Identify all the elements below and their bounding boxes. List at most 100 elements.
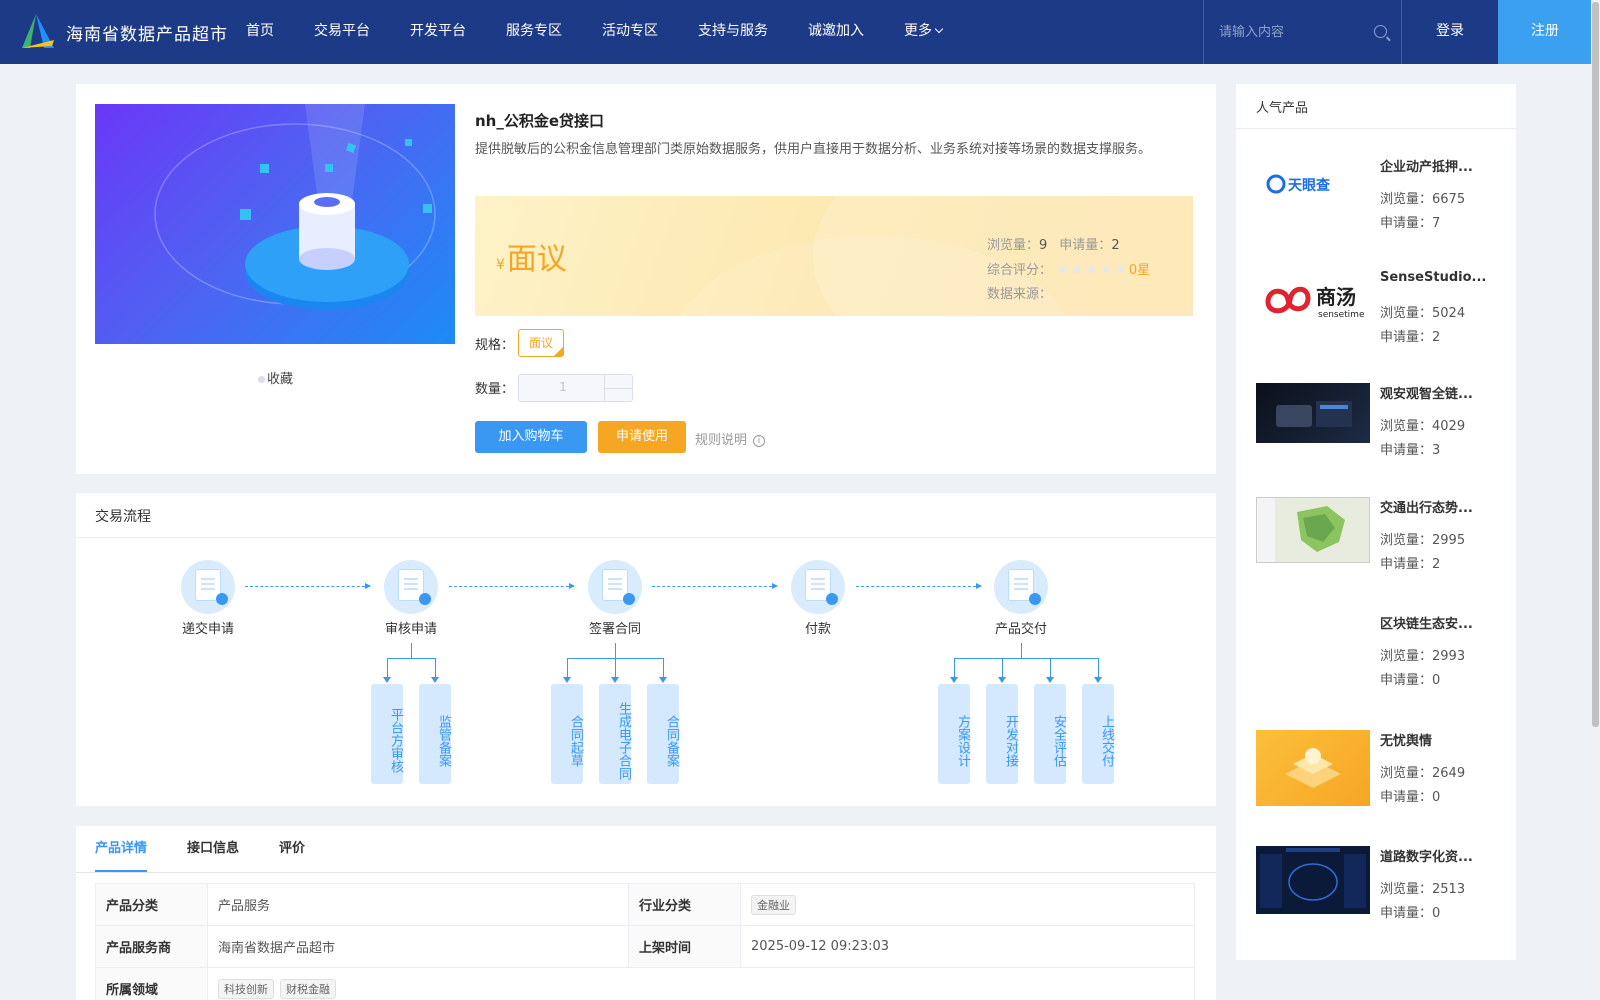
tree-line — [615, 643, 616, 658]
applies-value: 0 — [1432, 906, 1441, 921]
applies-label: 申请量： — [1380, 673, 1433, 688]
divider — [1236, 128, 1516, 129]
popular-product-name: SenseStudio... — [1380, 270, 1487, 285]
popular-product-name: 交通出行态势... — [1380, 501, 1473, 516]
quantity-stepper[interactable]: 1 — [518, 374, 633, 402]
flow-substep-label: 合同起草 — [568, 714, 583, 767]
views-value: 2995 — [1432, 533, 1466, 548]
search-box — [1203, 0, 1402, 64]
flow-arrow — [652, 583, 778, 589]
sensetime-logo-icon: 商汤 sensetime — [1256, 270, 1370, 330]
views-value: 6675 — [1432, 192, 1466, 207]
applies-label: 申请量： — [1380, 443, 1433, 458]
tree-line — [1098, 658, 1099, 678]
rating-text: 0星 — [1128, 263, 1151, 278]
flow-substep-label: 平台方审核 — [388, 708, 403, 773]
spec-option[interactable]: 面议 — [518, 329, 564, 357]
contract-icon — [588, 560, 642, 614]
nav-home[interactable]: 首页 — [246, 0, 274, 64]
popular-product-item[interactable]: 道路数字化资... 浏览量：2513 申请量：0 — [1256, 846, 1506, 936]
applies-value: 0 — [1432, 790, 1441, 805]
flow-step-contract: 签署合同 — [575, 560, 655, 637]
views-label: 浏览量： — [1380, 649, 1433, 664]
device-photo-icon — [1256, 383, 1370, 443]
details-panel: 产品详情 接口信息 评价 产品分类 产品服务 行业分类 金融业 产品服务商 海南… — [76, 826, 1216, 1000]
popular-product-item[interactable]: 天眼查 企业动产抵押... 浏览量：6675 申请量：7 — [1256, 156, 1506, 246]
views-label: 浏览量： — [987, 238, 1040, 253]
site-title[interactable]: 海南省数据产品超市 — [66, 20, 228, 45]
views-value: 2649 — [1432, 766, 1466, 781]
quantity-label: 数量： — [475, 382, 515, 397]
popular-product-name: 区块链生态安... — [1380, 617, 1473, 632]
flow-substep-label: 合同备案 — [664, 714, 679, 767]
tree-arrow — [1046, 677, 1054, 683]
popular-product-item[interactable]: 区块链生态安... 浏览量：2993 申请量：0 — [1256, 613, 1506, 703]
tree-line — [387, 658, 436, 659]
tree-line — [1050, 658, 1051, 678]
product-panel: 收藏 nh_公积金e贷接口 提供脱敏后的公积金信息管理部门类原始数据服务，供用户… — [76, 84, 1216, 474]
flow-step-label: 签署合同 — [588, 622, 641, 637]
nav-support[interactable]: 支持与服务 — [698, 0, 768, 64]
nav-trading[interactable]: 交易平台 — [314, 0, 370, 64]
site-logo-icon[interactable] — [18, 12, 58, 52]
views-label: 浏览量： — [1380, 306, 1433, 321]
quantity-value: 1 — [559, 380, 567, 394]
table-header-cell: 产品分类 — [95, 883, 208, 926]
tab-api-info[interactable]: 接口信息 — [187, 826, 239, 872]
dashboard-screenshot-icon — [1256, 846, 1370, 914]
applies-label: 申请量： — [1380, 906, 1433, 921]
popular-product-item[interactable]: 商汤 sensetime SenseStudio... 浏览量：5024 申请量：2 — [1256, 270, 1506, 360]
table-cell: 金融业 — [740, 883, 1195, 926]
flow-arrow — [856, 583, 982, 589]
views-value: 4029 — [1432, 419, 1466, 434]
views-value: 2513 — [1432, 882, 1466, 897]
add-to-cart-button[interactable]: 加入购物车 — [475, 421, 587, 453]
popular-product-item[interactable]: 无忧舆情 浏览量：2649 申请量：0 — [1256, 730, 1506, 820]
product-title: nh_公积金e贷接口 — [475, 112, 605, 130]
applies-value: 7 — [1432, 216, 1441, 231]
tree-arrow — [998, 677, 1006, 683]
payment-icon — [791, 560, 845, 614]
popular-product-item[interactable]: 交通出行态势... 浏览量：2995 申请量：2 — [1256, 497, 1506, 587]
domain-tag: 科技创新 — [218, 978, 274, 999]
flow-step-delivery: 产品交付 — [981, 560, 1061, 637]
stepper-arrows[interactable] — [604, 375, 633, 401]
flow-substep-label: 生成电子合同 — [616, 701, 631, 780]
nav-join[interactable]: 诚邀加入 — [808, 0, 864, 64]
nav-activity[interactable]: 活动专区 — [602, 0, 658, 64]
flow-step-payment: 付款 — [778, 560, 858, 637]
search-icon[interactable] — [1374, 25, 1387, 38]
popular-product-meta: 浏览量：4029 申请量：3 — [1380, 415, 1465, 463]
flow-substep-label: 监管备案 — [436, 714, 451, 767]
search-input[interactable] — [1219, 22, 1369, 42]
tree-arrow — [383, 677, 391, 683]
tree-arrow — [431, 677, 439, 683]
nav-more[interactable]: 更多 — [904, 0, 944, 64]
applies-value: 3 — [1432, 443, 1441, 458]
login-button[interactable]: 登录 — [1402, 0, 1498, 64]
applies-label: 申请量： — [1380, 557, 1433, 572]
flow-substep-label: 方案设计 — [955, 714, 970, 767]
favorite-button[interactable]: 收藏 — [258, 368, 293, 387]
scrollbar-thumb[interactable] — [1592, 2, 1599, 727]
product-hero-image — [95, 104, 455, 344]
tree-arrow — [950, 677, 958, 683]
tree-line — [954, 658, 1099, 659]
nav-more-label: 更多 — [904, 23, 932, 39]
tab-reviews[interactable]: 评价 — [279, 826, 305, 872]
flow-substep: 监管备案 — [419, 684, 451, 784]
views-label: 浏览量： — [1380, 192, 1433, 207]
rules-link[interactable]: 规则说明 i — [695, 429, 766, 448]
tab-product-details[interactable]: 产品详情 — [95, 826, 148, 872]
submit-icon — [181, 560, 235, 614]
nav-dev[interactable]: 开发平台 — [410, 0, 466, 64]
empty-thumbnail — [1256, 613, 1370, 673]
apply-button[interactable]: 申请使用 — [598, 421, 686, 453]
register-button[interactable]: 注册 — [1498, 0, 1592, 64]
tree-arrow — [659, 677, 667, 683]
page-scrollbar[interactable] — [1591, 0, 1600, 1000]
nav-service[interactable]: 服务专区 — [506, 0, 562, 64]
flow-step-label: 付款 — [804, 622, 831, 637]
popular-product-item[interactable]: 观安观智全链... 浏览量：4029 申请量：3 — [1256, 383, 1506, 473]
tree-line — [411, 643, 412, 658]
